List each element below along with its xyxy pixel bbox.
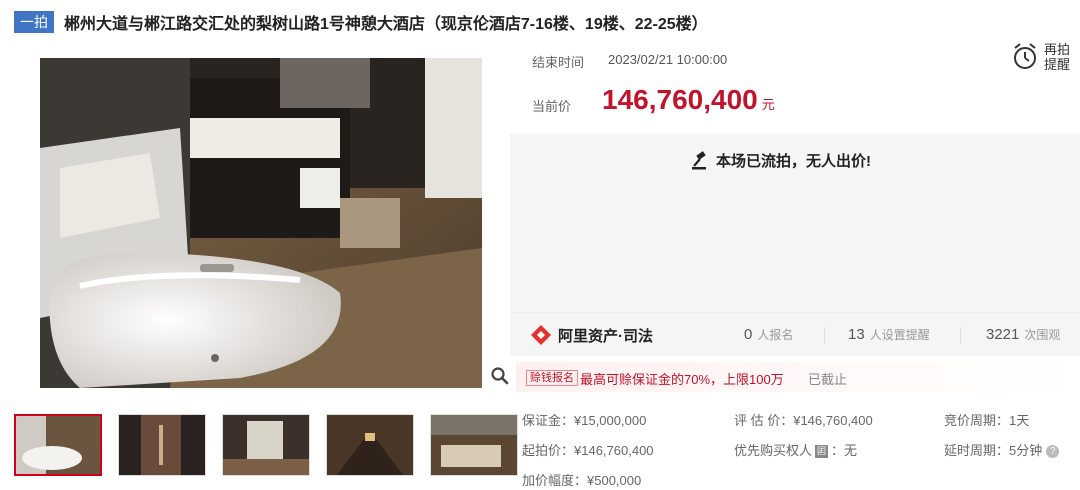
remind-stat-label: 人设置提醒 (869, 328, 930, 342)
auction-round-tag: 一拍 (14, 11, 54, 33)
signup-count: 0 (744, 326, 753, 343)
view-stat: 3221 次围观 (986, 326, 1060, 343)
end-time-value: 2023/02/21 10:00:00 (608, 52, 728, 67)
remind-stat: 13 人设置提醒 (848, 326, 930, 343)
delay-cycle-text: 延时周期：5分钟 (944, 443, 1043, 458)
signup-label: 人报名 (757, 328, 794, 342)
brand[interactable]: 阿里资产·司法 (530, 324, 653, 346)
deposit-credit-status: 已截止 (808, 372, 848, 387)
view-count: 3221 (986, 326, 1020, 343)
stat-divider (960, 327, 961, 343)
priority-buyer-label: 优先购买权人 (734, 443, 813, 458)
deposit-credit-text: 最高可赊保证金的70%，上限100万 (580, 372, 784, 387)
price-unit: 元 (761, 97, 775, 112)
signup-stat: 0 人报名 (744, 326, 793, 343)
end-time-label: 结束时间 (532, 55, 585, 70)
bid-cycle: 竞价周期：1天 (944, 413, 1030, 428)
thumbnail-2[interactable] (118, 414, 206, 476)
current-price: 146,760,400 元 (602, 84, 775, 116)
thumbnail-strip (14, 414, 518, 476)
bid-increment: 加价幅度：¥500,000 (522, 473, 642, 488)
brand-name: 阿里资产·司法 (558, 327, 653, 345)
priority-buyer: 优先购买权人囸：无 (734, 440, 857, 459)
search-icon[interactable] (490, 366, 510, 386)
stats-bar: 阿里资产·司法 0 人报名 13 人设置提醒 3221 次围观 (510, 312, 1080, 356)
appraisal-price: 评 估 价：¥146,760,400 (734, 413, 873, 428)
thumbnail-3[interactable] (222, 414, 310, 476)
deposit-credit-bar: 赊钱报名 最高可赊保证金的70%，上限100万 已截止 (516, 362, 1076, 392)
thumbnail-4[interactable] (326, 414, 414, 476)
stat-divider (824, 327, 825, 343)
view-label: 次围观 (1024, 328, 1061, 342)
current-price-value: 146,760,400 (602, 84, 758, 115)
main-photo[interactable] (40, 58, 482, 388)
auction-status: 本场已流拍，无人出价! (690, 150, 871, 171)
remind-count: 13 (848, 326, 865, 343)
bond-amount: 保证金：¥15,000,000 (522, 413, 647, 428)
thumbnail-5[interactable] (430, 414, 518, 476)
gavel-icon (692, 150, 706, 169)
auction-status-text: 本场已流拍，无人出价! (716, 153, 871, 170)
re-auction-remind-button[interactable]: 再拍提醒 (1012, 42, 1072, 72)
priority-buyer-value: ：无 (831, 443, 858, 458)
alarm-clock-icon (1014, 43, 1036, 69)
page-title: 郴州大道与郴江路交汇处的梨树山路1号神憩大酒店（现京伦酒店7-16楼、19楼、2… (64, 16, 708, 33)
auction-info: 结束时间 2023/02/21 10:00:00 当前价 146,760,400… (510, 38, 1080, 134)
title-row: 一拍 郴州大道与郴江路交汇处的梨树山路1号神憩大酒店（现京伦酒店7-16楼、19… (14, 10, 708, 34)
help-icon[interactable]: ? (1046, 445, 1060, 459)
priority-badge: 囸 (815, 445, 829, 459)
thumbnail-1[interactable] (14, 414, 102, 476)
auction-status-panel: 本场已流拍，无人出价! (510, 134, 1080, 312)
start-price: 起拍价：¥146,760,400 (522, 443, 654, 458)
current-price-label: 当前价 (532, 99, 572, 114)
delay-cycle: 延时周期：5分钟? (944, 440, 1060, 459)
remind-label: 再拍提醒 (1044, 42, 1071, 72)
deposit-credit-tag[interactable]: 赊钱报名 (526, 370, 578, 386)
alibaba-logo-icon (531, 325, 551, 345)
